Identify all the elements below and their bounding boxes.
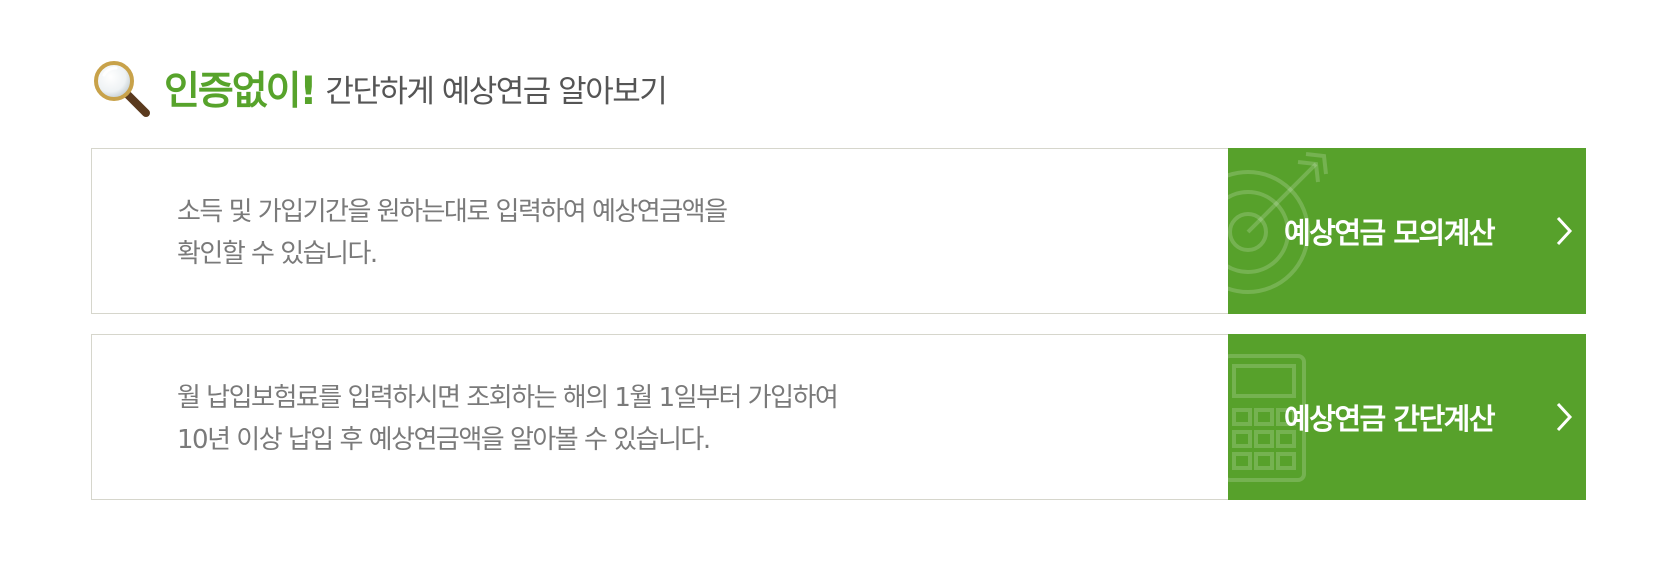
magnifier-icon (94, 61, 150, 117)
chevron-right-icon (1556, 216, 1573, 246)
chevron-right-icon (1556, 402, 1573, 432)
mock-calculation-button[interactable]: 예상연금 모의계산 (1228, 148, 1586, 314)
section-header: 인증없이! 간단하게 예상연금 알아보기 (90, 56, 668, 120)
description-line: 월 납입보험료를 입력하시면 조회하는 해의 1월 1일부터 가입하여 (177, 383, 839, 413)
button-label: 예상연금 모의계산 (1284, 216, 1496, 250)
description-line: 확인할 수 있습니다. (177, 239, 378, 269)
simulation-card: 소득 및 가입기간을 원하는대로 입력하여 예상연금액을 확인할 수 있습니다.… (91, 148, 1586, 314)
card-description: 월 납입보험료를 입력하시면 조회하는 해의 1월 1일부터 가입하여 10년 … (177, 377, 839, 461)
button-label: 예상연금 간단계산 (1284, 402, 1496, 436)
card-description: 소득 및 가입기간을 원하는대로 입력하여 예상연금액을 확인할 수 있습니다. (177, 191, 728, 275)
section-title: 간단하게 예상연금 알아보기 (325, 73, 667, 110)
description-line: 소득 및 가입기간을 원하는대로 입력하여 예상연금액을 (177, 197, 728, 227)
simple-calculation-card: 월 납입보험료를 입력하시면 조회하는 해의 1월 1일부터 가입하여 10년 … (91, 334, 1586, 500)
simple-calculation-button[interactable]: 예상연금 간단계산 (1228, 334, 1586, 500)
section-title-strong: 인증없이! (164, 69, 317, 114)
description-line: 10년 이상 납입 후 예상연금액을 알아볼 수 있습니다. (177, 425, 711, 455)
